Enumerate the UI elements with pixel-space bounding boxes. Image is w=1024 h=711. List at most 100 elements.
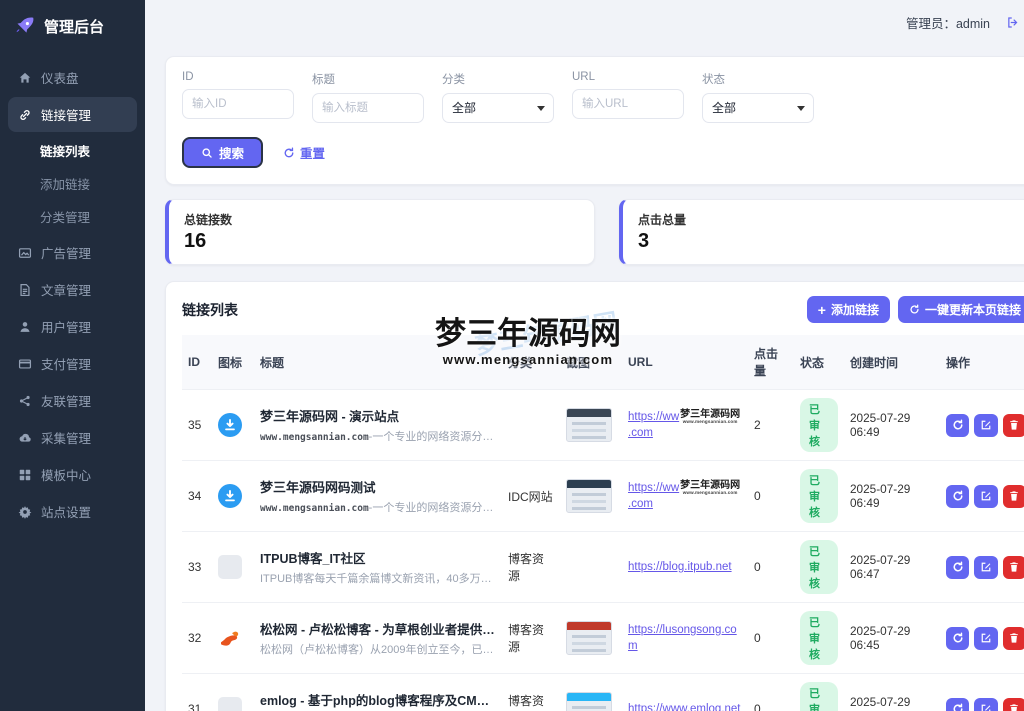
edit-icon bbox=[980, 703, 992, 711]
column-header: 创建时间 bbox=[844, 335, 940, 390]
row-delete-button[interactable] bbox=[1003, 556, 1024, 579]
download-icon bbox=[218, 413, 242, 437]
refresh-icon bbox=[952, 632, 964, 644]
cell-created: 2025-07-29 06:49 bbox=[844, 461, 940, 532]
row-refresh-button[interactable] bbox=[946, 698, 969, 711]
row-delete-button[interactable] bbox=[1003, 414, 1024, 437]
cell-clicks: 0 bbox=[748, 674, 794, 711]
stat-card-total-links: 总链接数 16 bbox=[165, 199, 595, 265]
column-header: 分类 bbox=[502, 335, 560, 390]
stat-label: 点击总量 bbox=[638, 211, 1024, 228]
sidebar-item-9[interactable]: 站点设置 bbox=[8, 494, 137, 529]
update-page-links-button[interactable]: 一键更新本页链接 bbox=[898, 296, 1024, 323]
title-input[interactable] bbox=[312, 93, 424, 123]
cell-id: 32 bbox=[182, 603, 212, 674]
link-icon bbox=[18, 108, 32, 122]
filter-id-label: ID bbox=[182, 71, 294, 83]
row-refresh-button[interactable] bbox=[946, 485, 969, 508]
link-url[interactable]: https://blog.itpub.net bbox=[628, 561, 732, 573]
link-url[interactable]: https://ww梦三年源码网www.mengsannian.com.com bbox=[628, 482, 741, 510]
refresh-icon bbox=[952, 490, 964, 502]
sidebar-nav: 仪表盘 链接管理 链接列表添加链接分类管理 广告管理 文章管理 用户管理 支付管… bbox=[0, 58, 145, 531]
sidebar-item-4[interactable]: 用户管理 bbox=[8, 309, 137, 344]
refresh-icon bbox=[283, 147, 295, 159]
id-input[interactable] bbox=[182, 89, 294, 119]
row-edit-button[interactable] bbox=[974, 414, 997, 437]
row-edit-button[interactable] bbox=[974, 485, 997, 508]
status-badge: 已审核 bbox=[800, 682, 838, 711]
cloud-icon bbox=[18, 431, 32, 445]
sidebar-item-3[interactable]: 文章管理 bbox=[8, 272, 137, 307]
link-url[interactable]: https://ww梦三年源码网www.mengsannian.com.com bbox=[628, 411, 741, 439]
link-subtitle: ITPUB博客每天千篇余篇博文新资讯，40多万活跃博主，为I... bbox=[260, 570, 496, 586]
url-watermark: 梦三年源码网www.mengsannian.com bbox=[680, 481, 740, 496]
screenshot-thumbnail bbox=[566, 692, 612, 711]
cell-category: 博客资源 bbox=[502, 603, 560, 674]
filter-url-label: URL bbox=[572, 71, 684, 83]
sidebar-item-2[interactable]: 广告管理 bbox=[8, 235, 137, 270]
cell-created: 2025-07-29 06:49 bbox=[844, 390, 940, 461]
cell-clicks: 0 bbox=[748, 532, 794, 603]
topbar: 管理员：admin 退出 bbox=[165, 0, 1024, 44]
add-link-button[interactable]: + 添加链接 bbox=[807, 296, 890, 323]
links-table: ID图标标题分类截图URL点击量状态创建时间操作 35 梦三年源码网 - 演示站… bbox=[182, 335, 1024, 711]
row-delete-button[interactable] bbox=[1003, 627, 1024, 650]
sidebar-subitem[interactable]: 链接列表 bbox=[0, 134, 145, 167]
category-select[interactable]: 全部 bbox=[442, 93, 554, 123]
table-row: 31 emlog - 基于php的blog博客程序及CMS建站系统 emlog是… bbox=[182, 674, 1024, 711]
row-edit-button[interactable] bbox=[974, 698, 997, 711]
sidebar-item-0[interactable]: 仪表盘 bbox=[8, 60, 137, 95]
cell-clicks: 2 bbox=[748, 390, 794, 461]
filter-panel: ID 标题 分类 全部 URL 状态 全部 搜索 bbox=[165, 56, 1024, 185]
cell-created: 2025-07-29 06:43 bbox=[844, 674, 940, 711]
sidebar-subitem[interactable]: 添加链接 bbox=[0, 167, 145, 200]
row-refresh-button[interactable] bbox=[946, 556, 969, 579]
sidebar-item-8[interactable]: 模板中心 bbox=[8, 457, 137, 492]
url-input[interactable] bbox=[572, 89, 684, 119]
search-icon bbox=[201, 147, 213, 159]
site-favicon bbox=[218, 697, 242, 711]
sidebar-item-1[interactable]: 链接管理 bbox=[8, 97, 137, 132]
sidebar-item-5[interactable]: 支付管理 bbox=[8, 346, 137, 381]
filter-url: URL bbox=[572, 71, 684, 123]
sidebar-item-7[interactable]: 采集管理 bbox=[8, 420, 137, 455]
logout-button[interactable]: 退出 bbox=[1006, 13, 1024, 32]
link-title: 梦三年源码网码测试 bbox=[260, 477, 496, 496]
trash-icon bbox=[1008, 632, 1020, 644]
sidebar-subitem[interactable]: 分类管理 bbox=[0, 200, 145, 233]
screenshot-thumbnail bbox=[566, 408, 612, 442]
cell-category bbox=[502, 390, 560, 461]
link-url[interactable]: https://lusongsong.com bbox=[628, 624, 737, 652]
reset-button[interactable]: 重置 bbox=[283, 143, 325, 162]
sidebar-item-6[interactable]: 友联管理 bbox=[8, 383, 137, 418]
row-refresh-button[interactable] bbox=[946, 627, 969, 650]
cell-category: 博客资源 bbox=[502, 674, 560, 711]
url-watermark: 梦三年源码网www.mengsannian.com bbox=[680, 410, 740, 425]
column-header: URL bbox=[622, 335, 748, 390]
table-title: 链接列表 bbox=[182, 300, 238, 320]
status-select[interactable]: 全部 bbox=[702, 93, 814, 123]
link-subtitle: www.mengsannian.com-一个专业的网络资源分享平台,提供各种PH… bbox=[260, 428, 496, 444]
main-area: 管理员：admin 退出 ID 标题 分类 全部 URL bbox=[145, 0, 1024, 711]
stat-card-total-clicks: 点击总量 3 bbox=[619, 199, 1024, 265]
row-delete-button[interactable] bbox=[1003, 485, 1024, 508]
row-refresh-button[interactable] bbox=[946, 414, 969, 437]
table-row: 33 ITPUB博客_IT社区 ITPUB博客每天千篇余篇博文新资讯，40多万活… bbox=[182, 532, 1024, 603]
row-delete-button[interactable] bbox=[1003, 698, 1024, 711]
site-favicon bbox=[218, 626, 242, 650]
stat-label: 总链接数 bbox=[184, 211, 579, 228]
stats-row: 总链接数 16 点击总量 3 bbox=[165, 199, 1024, 265]
filter-status-label: 状态 bbox=[702, 71, 814, 87]
article-icon bbox=[18, 283, 32, 297]
cell-category: IDC网站 bbox=[502, 461, 560, 532]
cell-id: 34 bbox=[182, 461, 212, 532]
search-button[interactable]: 搜索 bbox=[182, 137, 263, 168]
edit-icon bbox=[980, 632, 992, 644]
link-url[interactable]: https://www.emlog.net bbox=[628, 703, 741, 711]
trash-icon bbox=[1008, 703, 1020, 711]
stat-value: 3 bbox=[638, 230, 1024, 253]
row-edit-button[interactable] bbox=[974, 627, 997, 650]
row-edit-button[interactable] bbox=[974, 556, 997, 579]
cell-created: 2025-07-29 06:45 bbox=[844, 603, 940, 674]
link-title: 松松网 - 卢松松博客 - 为草根创业者提供网络推广知识 bbox=[260, 619, 496, 638]
